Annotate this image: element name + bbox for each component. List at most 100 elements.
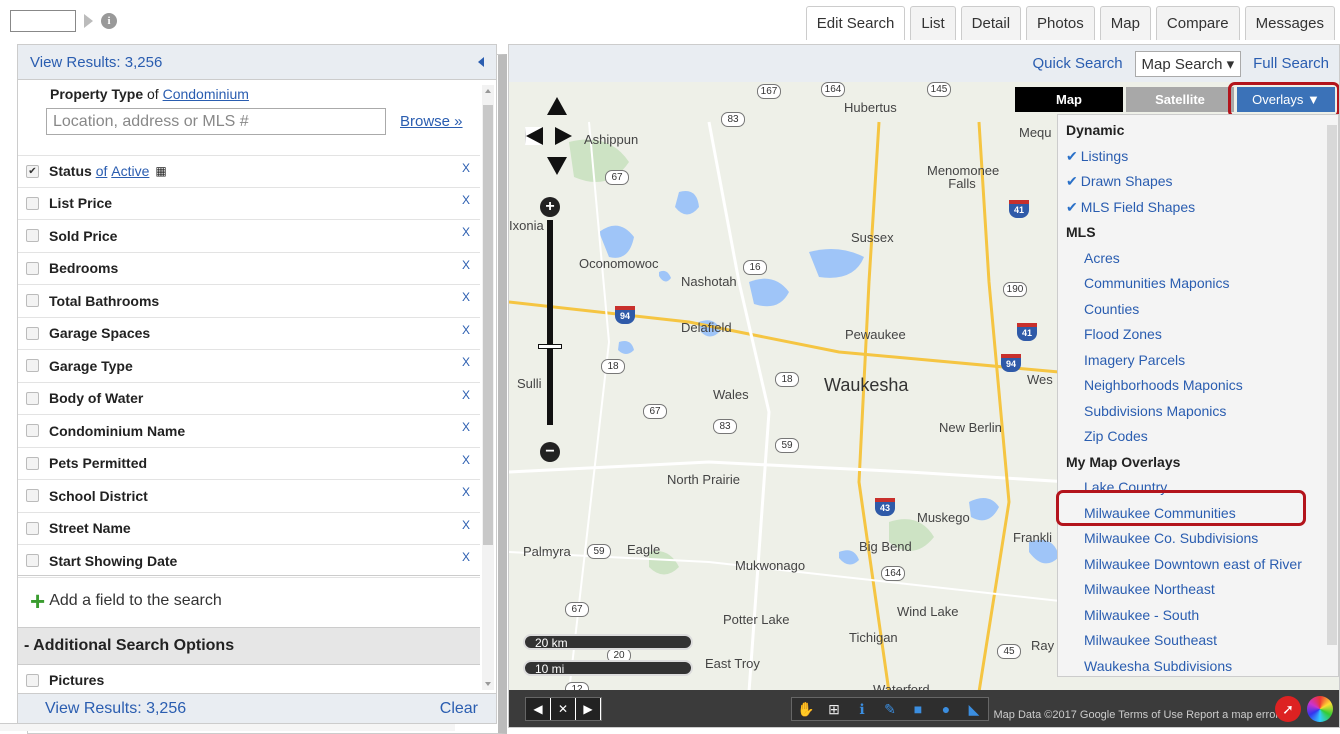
- remove-criteria-icon[interactable]: X: [462, 485, 470, 499]
- tab-compare[interactable]: Compare: [1155, 6, 1240, 40]
- remove-criteria-icon[interactable]: X: [462, 518, 470, 532]
- criteria-checkbox[interactable]: [26, 229, 39, 243]
- left-footer: View Results: 3,256 Clear: [18, 693, 496, 723]
- color-wheel-icon[interactable]: [1307, 696, 1333, 722]
- overlay-item[interactable]: Waukesha Subdivisions: [1058, 654, 1338, 680]
- pan-left-icon[interactable]: [525, 127, 543, 145]
- criteria-checkbox[interactable]: [26, 489, 39, 503]
- remove-criteria-icon[interactable]: X: [462, 225, 470, 239]
- remove-criteria-icon[interactable]: X: [462, 258, 470, 272]
- overlays-menu-scrollbar[interactable]: [1327, 125, 1337, 645]
- criteria-checkbox[interactable]: [26, 326, 39, 340]
- overlay-item[interactable]: Milwaukee Downtown east of River: [1058, 552, 1338, 578]
- map-type-map-button[interactable]: Map: [1015, 87, 1123, 112]
- overlay-item[interactable]: Milwaukee Southeast: [1058, 628, 1338, 654]
- zoom-slider-thumb[interactable]: [538, 344, 562, 349]
- back-arrow-icon[interactable]: ◀: [526, 698, 550, 720]
- scroll-up-icon[interactable]: [485, 89, 491, 93]
- remove-criteria-icon[interactable]: X: [462, 453, 470, 467]
- map-toolbar: ◀ ✕ ▶ ✋ ⊞ ℹ ✎ ■ ● ◣ Map Data ©2017 Googl…: [509, 690, 1339, 727]
- scroll-down-icon[interactable]: [485, 682, 491, 686]
- forward-arrow-icon[interactable]: ▶: [576, 698, 600, 720]
- additional-options-toggle[interactable]: - Additional Search Options: [18, 627, 480, 665]
- draw-polygon-icon[interactable]: ◣: [960, 698, 988, 720]
- criteria-checkbox[interactable]: [26, 261, 39, 275]
- map-type-satellite-button[interactable]: Satellite: [1126, 87, 1234, 112]
- remove-criteria-icon[interactable]: X: [462, 290, 470, 304]
- overlay-item[interactable]: Acres: [1058, 246, 1338, 272]
- draw-rectangle-icon[interactable]: ■: [904, 698, 932, 720]
- scroll-thumb[interactable]: [483, 105, 493, 545]
- criteria-checkbox[interactable]: [26, 424, 39, 438]
- overlay-item[interactable]: Counties: [1058, 297, 1338, 323]
- overlay-item[interactable]: Zip Codes: [1058, 424, 1338, 450]
- location-input[interactable]: Location, address or MLS #: [46, 108, 386, 135]
- clear-link[interactable]: Clear: [440, 700, 478, 718]
- overlay-item[interactable]: Communities Maponics: [1058, 271, 1338, 297]
- property-type-link[interactable]: Condominium: [163, 86, 249, 102]
- remove-criteria-icon[interactable]: X: [462, 355, 470, 369]
- draw-circle-icon[interactable]: ●: [932, 698, 960, 720]
- tab-detail[interactable]: Detail: [960, 6, 1022, 40]
- pictures-label: Pictures: [49, 672, 105, 688]
- overlay-item-listings[interactable]: ✔ Listings: [1058, 144, 1338, 170]
- browse-link[interactable]: Browse »: [400, 113, 463, 130]
- zoom-out-icon[interactable]: −: [540, 442, 560, 462]
- overlay-item[interactable]: Imagery Parcels: [1058, 348, 1338, 374]
- add-field-button[interactable]: + Add a field to the search: [18, 575, 480, 625]
- footer-view-results-link[interactable]: View Results: 3,256: [45, 700, 186, 718]
- overlay-item[interactable]: Subdivisions Maponics: [1058, 399, 1338, 425]
- page-number-input[interactable]: [10, 10, 76, 32]
- criteria-scrollbar[interactable]: [482, 85, 494, 690]
- criteria-checkbox[interactable]: [26, 359, 39, 373]
- overlay-item[interactable]: Milwaukee Co. Subdivisions: [1058, 526, 1338, 552]
- remove-criteria-icon[interactable]: X: [462, 161, 470, 175]
- overlay-item[interactable]: Flood Zones: [1058, 322, 1338, 348]
- remove-criteria-icon[interactable]: X: [462, 388, 470, 402]
- pan-up-icon[interactable]: [547, 97, 567, 115]
- fullscreen-icon[interactable]: ✕: [551, 698, 575, 720]
- full-search-link[interactable]: Full Search: [1253, 55, 1329, 72]
- overlay-item[interactable]: Neighborhoods Maponics: [1058, 373, 1338, 399]
- view-results-link[interactable]: View Results: 3,256: [30, 54, 162, 71]
- criteria-checkbox[interactable]: [26, 554, 39, 568]
- compass-icon[interactable]: ➚: [1275, 696, 1301, 722]
- tab-messages[interactable]: Messages: [1244, 6, 1335, 40]
- info-tool-icon[interactable]: ℹ: [848, 698, 876, 720]
- tab-edit-search[interactable]: Edit Search: [805, 6, 906, 40]
- place-label: Mequ: [1019, 125, 1052, 140]
- next-arrow-icon[interactable]: [84, 14, 93, 28]
- draw-line-icon[interactable]: ✎: [876, 698, 904, 720]
- tab-photos[interactable]: Photos: [1026, 6, 1095, 40]
- criteria-checkbox[interactable]: [26, 196, 39, 210]
- remove-criteria-icon[interactable]: X: [462, 550, 470, 564]
- map-canvas[interactable]: Hubertus Ashippun Menomonee Falls Mequ I…: [509, 82, 1339, 692]
- zoom-in-icon[interactable]: +: [540, 197, 560, 217]
- criteria-checkbox[interactable]: [26, 456, 39, 470]
- overlay-item[interactable]: Milwaukee - South: [1058, 603, 1338, 629]
- pictures-checkbox[interactable]: [26, 673, 39, 687]
- zoom-slider-track[interactable]: [547, 220, 553, 425]
- overlay-item-mls-field-shapes[interactable]: ✔ MLS Field Shapes: [1058, 195, 1338, 221]
- status-checkbox[interactable]: ✔: [26, 164, 39, 178]
- overlay-item[interactable]: Milwaukee Northeast: [1058, 577, 1338, 603]
- overlay-item-drawn-shapes[interactable]: ✔ Drawn Shapes: [1058, 169, 1338, 195]
- criteria-checkbox[interactable]: [26, 391, 39, 405]
- tab-map[interactable]: Map: [1099, 6, 1151, 40]
- quick-search-link[interactable]: Quick Search: [1033, 55, 1123, 72]
- calendar-icon[interactable]: ▦: [155, 164, 166, 178]
- pan-down-icon[interactable]: [547, 157, 567, 175]
- tab-list[interactable]: List: [910, 6, 956, 40]
- pan-right-icon[interactable]: [555, 127, 572, 145]
- remove-criteria-icon[interactable]: X: [462, 193, 470, 207]
- select-area-icon[interactable]: ⊞: [820, 698, 848, 720]
- hand-pan-icon[interactable]: ✋: [792, 698, 820, 720]
- status-value-link[interactable]: Active: [111, 163, 149, 179]
- remove-criteria-icon[interactable]: X: [462, 420, 470, 434]
- map-search-dropdown[interactable]: Map Search ▾: [1134, 50, 1242, 77]
- collapse-panel-icon[interactable]: [478, 57, 484, 67]
- criteria-checkbox[interactable]: [26, 294, 39, 308]
- criteria-checkbox[interactable]: [26, 521, 39, 535]
- remove-criteria-icon[interactable]: X: [462, 323, 470, 337]
- info-icon[interactable]: i: [101, 13, 117, 29]
